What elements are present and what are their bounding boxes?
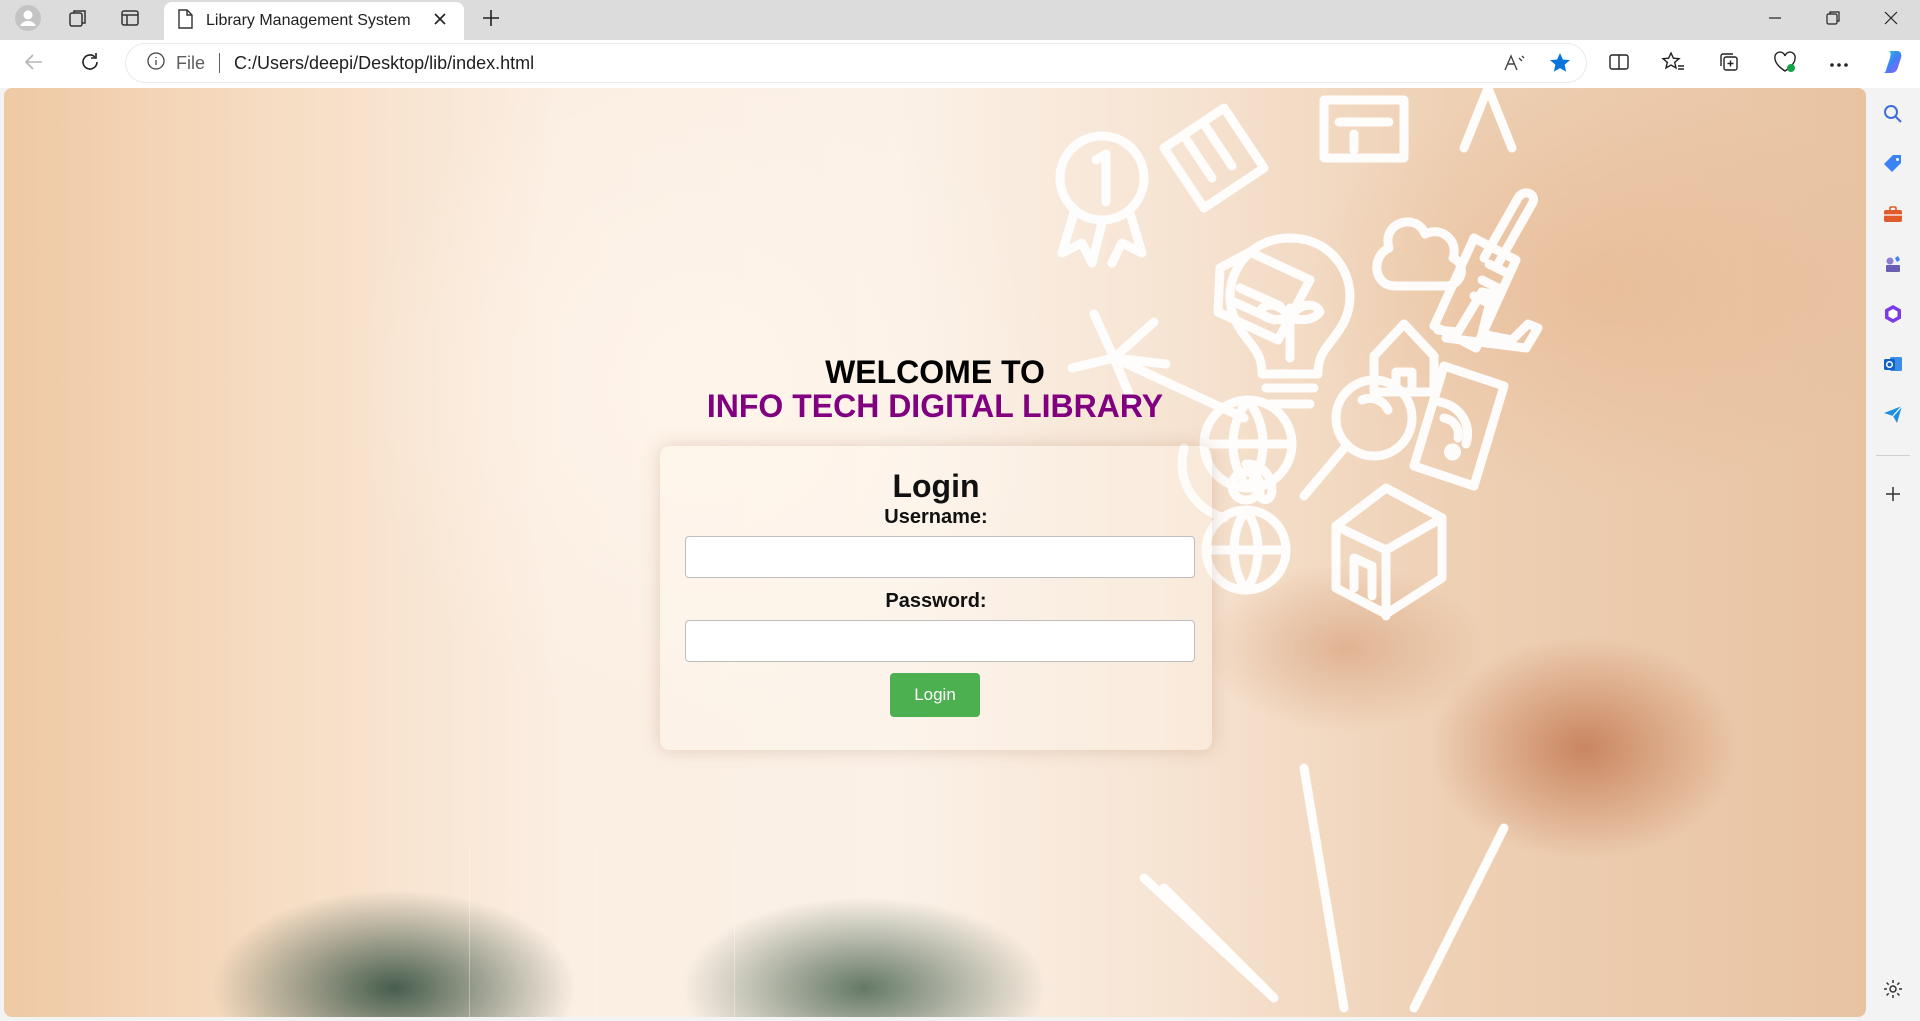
username-input[interactable] [685,536,1195,578]
send-icon [1882,403,1904,430]
background-line [469,848,470,1017]
address-bar[interactable]: File C:/Users/deepi/Desktop/lib/index.ht… [126,44,1586,82]
active-tab[interactable]: Library Management System [164,2,464,40]
login-form: Login Username: Password: Login [660,446,1212,750]
collections-icon [1718,51,1740,78]
collections-button[interactable] [1712,48,1746,80]
username-label: Username: [884,506,988,528]
settings-icon [1882,978,1904,1005]
browser-toolbar: File C:/Users/deepi/Desktop/lib/index.ht… [0,40,1920,88]
refresh-icon [79,51,101,78]
library-name-heading: INFO TECH DIGITAL LIBRARY [706,388,1164,424]
restore-icon [1826,10,1840,30]
back-icon [23,51,45,78]
sidebar-add-button[interactable] [1877,480,1909,512]
new-tab-button[interactable] [475,4,507,36]
address-separator [219,53,221,73]
browser-essentials-button[interactable] [1768,48,1802,80]
tools-icon [1882,203,1904,230]
more-icon [1829,55,1849,73]
new-tab-icon [481,8,501,33]
url-text[interactable]: C:/Users/deepi/Desktop/lib/index.html [234,53,534,74]
sidebar-send-button[interactable] [1877,400,1909,432]
info-icon[interactable] [146,51,166,76]
search-icon [1882,103,1904,130]
profile-button[interactable] [12,4,44,36]
welcome-heading: WELCOME TO [825,354,1045,390]
refresh-button[interactable] [74,48,106,80]
browser-essentials-icon [1773,50,1797,78]
microsoft365-icon [1882,303,1904,330]
copilot-icon [1879,48,1907,81]
favorites-icon [1661,50,1685,78]
page-icon [176,8,194,34]
close-icon [433,12,447,31]
add-icon [1884,485,1902,508]
tab-strip: Library Management System [0,0,1920,40]
password-input[interactable] [685,620,1195,662]
split-screen-icon [1608,51,1630,78]
workspaces-button[interactable] [62,4,94,36]
split-screen-button[interactable] [1602,48,1636,80]
password-label: Password: [885,590,987,612]
close-window-icon [1884,11,1898,30]
minimize-icon [1768,11,1782,30]
sidebar-search-button[interactable] [1877,100,1909,132]
more-button[interactable] [1822,48,1856,80]
page-viewport: WELCOME TO INFO TECH DIGITAL LIBRARY Log… [4,88,1866,1017]
login-button[interactable]: Login [890,673,980,717]
close-tab-button[interactable] [428,9,452,33]
sidebar-m365-button[interactable] [1877,300,1909,332]
workspaces-icon [67,7,89,34]
background-line [734,848,735,1017]
back-button[interactable] [18,48,50,80]
sidebar-divider [1876,455,1910,456]
favorites-button[interactable] [1656,48,1690,80]
favorite-star-icon[interactable] [1548,51,1572,80]
vertical-tabs-button[interactable] [114,4,146,36]
sidebar-outlook-button[interactable] [1877,350,1909,382]
minimize-button[interactable] [1748,0,1802,40]
background-line [596,848,597,1017]
login-title: Login [892,468,980,504]
sidebar-shopping-button[interactable] [1877,150,1909,182]
sidebar-tools-button[interactable] [1877,200,1909,232]
copilot-button[interactable] [1876,48,1910,80]
close-window-button[interactable] [1864,0,1918,40]
read-aloud-icon[interactable] [1502,51,1526,80]
outlook-icon [1882,353,1904,380]
profile-icon [14,4,42,37]
vertical-tabs-icon [119,7,141,34]
scheme-label: File [176,52,206,73]
sidebar-games-button[interactable] [1877,250,1909,282]
tab-title: Library Management System [206,12,411,29]
shopping-tag-icon [1882,153,1904,180]
edge-sidebar [1866,88,1920,1021]
restore-button[interactable] [1806,0,1860,40]
games-icon [1882,253,1904,280]
sidebar-settings-button[interactable] [1877,975,1909,1007]
